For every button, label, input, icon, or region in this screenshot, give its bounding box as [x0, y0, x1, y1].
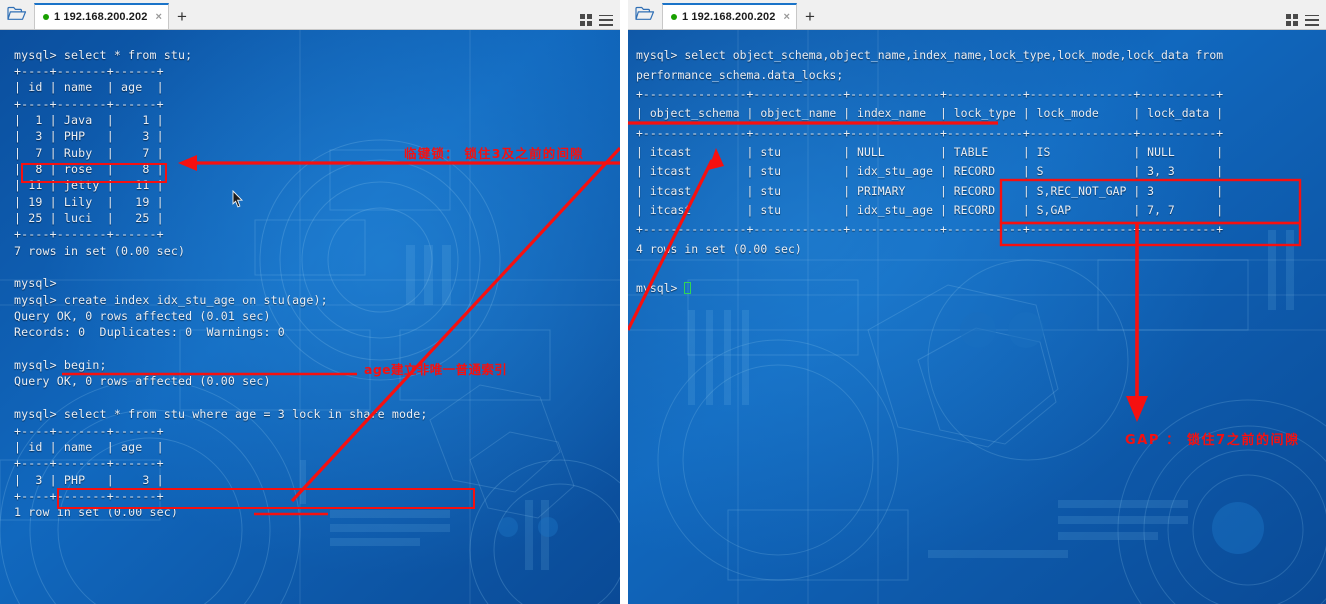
grid-view-icon[interactable] — [580, 14, 592, 26]
hamburger-menu-icon[interactable] — [1305, 14, 1319, 26]
close-icon[interactable]: × — [783, 11, 789, 23]
terminal-right[interactable]: mysql> select object_schema,object_name,… — [628, 30, 1326, 604]
terminal-pane-right: 1 192.168.200.202 × + mysql> select obje… — [628, 0, 1326, 604]
close-icon[interactable]: × — [155, 11, 161, 23]
new-tab-button[interactable]: + — [797, 3, 823, 29]
dual-terminal-window: 1 192.168.200.202 × + mysql> select * fr… — [0, 0, 1326, 604]
folder-open-icon[interactable] — [0, 0, 34, 29]
grid-view-icon[interactable] — [1286, 14, 1298, 26]
folder-open-icon-glyph — [635, 6, 655, 20]
terminal-pane-left: 1 192.168.200.202 × + mysql> select * fr… — [0, 0, 620, 604]
terminal-output-left: mysql> select * from stu; +----+-------+… — [14, 47, 428, 520]
block-cursor-icon — [684, 281, 692, 294]
pane-divider — [620, 0, 628, 604]
new-tab-button[interactable]: + — [169, 3, 195, 29]
connected-dot-icon — [671, 14, 677, 20]
tabbar-left: 1 192.168.200.202 × + — [0, 0, 620, 30]
terminal-output-right-text: mysql> select object_schema,object_name,… — [636, 48, 1224, 295]
mouse-cursor-arrow-icon — [232, 190, 244, 208]
tabbar-right: 1 192.168.200.202 × + — [628, 0, 1326, 30]
tabbar-actions-right — [1286, 14, 1326, 29]
terminal-output-right: mysql> select object_schema,object_name,… — [628, 41, 1326, 297]
terminal-left[interactable]: mysql> select * from stu; +----+-------+… — [0, 30, 620, 604]
tab-session-right[interactable]: 1 192.168.200.202 × — [662, 3, 797, 29]
folder-open-icon-glyph — [7, 6, 27, 20]
tabbar-actions-left — [580, 14, 620, 29]
folder-open-icon[interactable] — [628, 0, 662, 29]
connected-dot-icon — [43, 14, 49, 20]
tab-session-left[interactable]: 1 192.168.200.202 × — [34, 3, 169, 29]
tab-label: 1 192.168.200.202 — [54, 11, 148, 23]
tab-label: 1 192.168.200.202 — [682, 11, 776, 23]
hamburger-menu-icon[interactable] — [599, 14, 613, 26]
